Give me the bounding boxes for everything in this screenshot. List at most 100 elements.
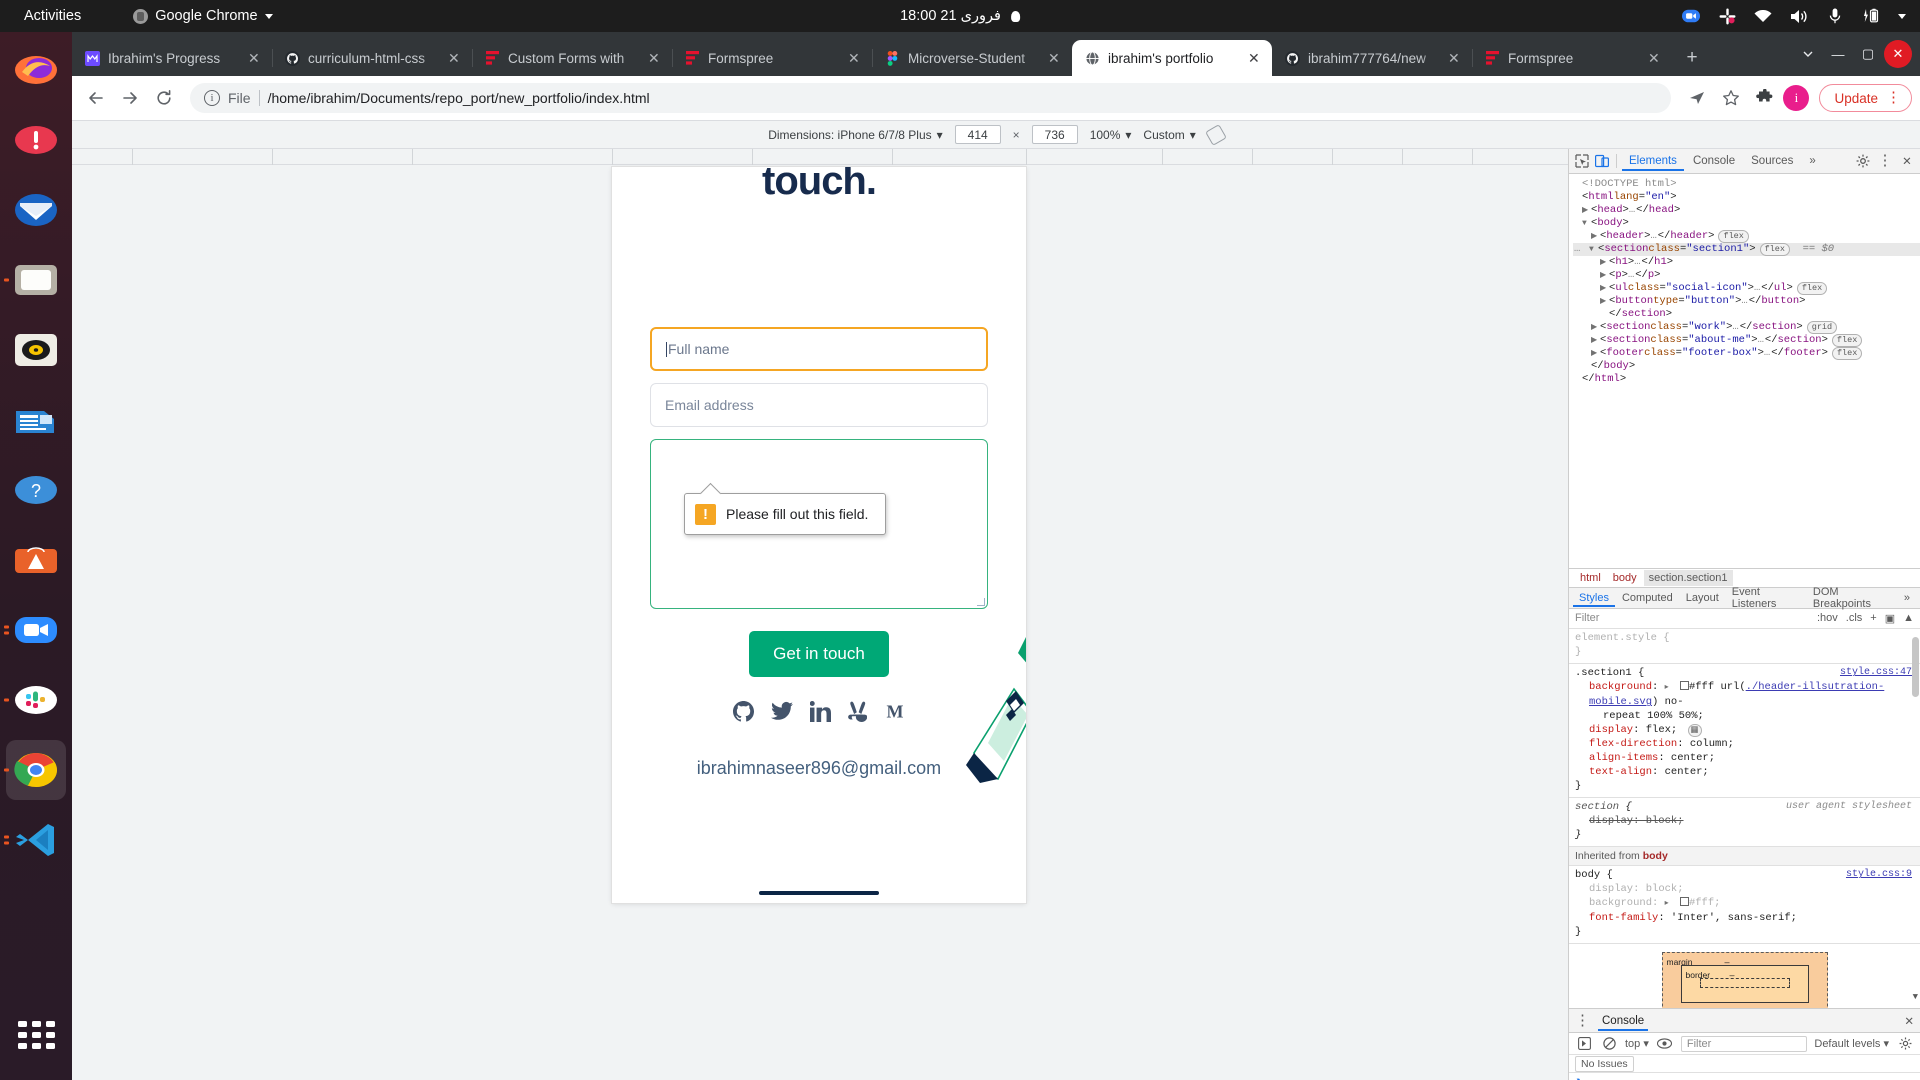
console-context-dropdown[interactable]: top ▾ [1625,1037,1649,1050]
medium-icon[interactable]: M [884,701,906,722]
breadcrumb-body[interactable]: body [1608,570,1642,586]
dock-item-help[interactable]: ? [6,460,66,520]
tab-more[interactable]: » [1802,151,1822,171]
close-icon[interactable]: ✕ [1898,152,1916,170]
device-toolbar-icon[interactable] [1593,152,1611,170]
linkedin-icon[interactable] [810,701,831,722]
info-icon[interactable]: i [204,90,220,106]
console-input-line[interactable]: ❯ [1569,1073,1920,1080]
system-tray[interactable] [1682,7,1906,25]
dock-item-thunderbird[interactable] [6,180,66,240]
star-icon[interactable] [1715,82,1747,114]
tab-console[interactable]: Console [1686,151,1742,171]
styles-scrollbar[interactable] [1912,637,1919,697]
flex-badge[interactable]: ▦ [1688,724,1702,737]
gear-icon[interactable] [1896,1035,1914,1053]
rule-source-link[interactable]: style.css:47 [1840,666,1912,680]
microphone-icon[interactable] [1826,7,1844,25]
tab-ibrahims-progress[interactable]: Ibrahim's Progress ✕ [72,40,272,76]
dock-item-zoom[interactable] [6,600,66,660]
full-name-input[interactable]: Full name [650,327,988,371]
inherited-source[interactable]: body [1643,850,1668,862]
back-button[interactable] [80,82,112,114]
dom-line[interactable]: ▶<p>…</p> [1573,269,1920,282]
box-model-margin[interactable]: margin – border – [1662,952,1828,1008]
console-levels-dropdown[interactable]: Default levels ▾ [1814,1037,1889,1050]
dock-item-slack[interactable] [6,670,66,730]
close-icon[interactable]: ✕ [448,51,464,65]
viewport-height-input[interactable] [1032,125,1078,144]
battery-icon[interactable] [1862,7,1880,25]
box-model-border[interactable]: border – [1681,965,1809,1003]
dom-line[interactable]: ▶<head>…</head> [1573,204,1920,217]
close-icon[interactable]: ✕ [1048,51,1064,65]
no-issues-badge[interactable]: No Issues [1575,1056,1634,1072]
dock-item-google-chrome[interactable] [6,740,66,800]
dock-item-rhythmbox[interactable] [6,320,66,380]
inspect-icon[interactable] [1573,152,1591,170]
tab-console-drawer[interactable]: Console [1598,1011,1648,1031]
eye-icon[interactable] [1656,1035,1674,1053]
prop-font-family[interactable]: font-family [1589,912,1658,924]
dom-line[interactable]: ▶<section class="about-me">…</section>fl… [1573,334,1920,347]
prop-display[interactable]: display [1589,883,1633,895]
tab-sources[interactable]: Sources [1744,151,1800,171]
dom-line[interactable]: ▼<body> [1573,217,1920,230]
prop-display[interactable]: display [1589,724,1633,736]
clear-console-icon[interactable] [1600,1035,1618,1053]
show-applications-button[interactable] [13,1012,59,1058]
minimize-button[interactable]: — [1824,40,1852,68]
hov-toggle[interactable]: :hov [1817,612,1838,624]
dom-line[interactable]: ▶<ul class="social-icon">…</ul>flex [1573,282,1920,295]
cls-toggle[interactable]: .cls [1846,612,1863,624]
chevron-down-icon-tray[interactable] [1898,14,1906,19]
viewport-width-input[interactable] [955,125,1001,144]
dom-line[interactable]: ▶<button type="button">…</button> [1573,295,1920,308]
rotate-icon[interactable] [1205,124,1227,146]
dock-item-files[interactable] [6,250,66,310]
close-icon[interactable]: ✕ [648,51,664,65]
clock[interactable]: 18:00 21 فروری [900,8,1020,24]
dom-line[interactable]: <html lang="en"> [1573,191,1920,204]
puzzle-icon[interactable] [1749,82,1781,114]
throttling-dropdown[interactable]: Custom ▾ [1143,128,1195,142]
share-icon[interactable] [1681,82,1713,114]
rule-section-ua[interactable]: user agent stylesheet section { display:… [1569,798,1920,847]
box-model-padding[interactable] [1700,978,1790,988]
slack-icon[interactable] [1718,7,1736,25]
styles-filter-input[interactable]: Filter [1575,612,1809,624]
maximize-button[interactable]: ▢ [1854,40,1882,68]
dom-line[interactable]: ▶<header>…</header>flex [1573,230,1920,243]
dock-item-ubuntu-software[interactable] [6,530,66,590]
prop-display-struck[interactable]: display: block; [1589,815,1684,827]
dom-line-selected[interactable]: …▼<section class="section1">flex == $0 [1573,243,1920,256]
close-icon[interactable]: ✕ [848,51,864,65]
styles-rules-pane[interactable]: element.style { } style.css:47 .section1… [1569,629,1920,1008]
close-icon[interactable]: ✕ [1904,1014,1914,1028]
angellist-icon[interactable] [848,701,867,722]
dom-line[interactable]: ▶<h1>…</h1> [1573,256,1920,269]
rule-section1[interactable]: style.css:47 .section1 { background: ▸ #… [1569,664,1920,798]
box-model-diagram[interactable]: margin – border – [1569,944,1920,1008]
tab-custom-forms-with[interactable]: Custom Forms with ✕ [472,40,672,76]
dimensions-dropdown[interactable]: Dimensions: iPhone 6/7/8 Plus ▾ [768,128,942,142]
update-button[interactable]: Update ⋮ [1819,84,1912,112]
tab-formspree-1[interactable]: Formspree ✕ [672,40,872,76]
close-icon[interactable]: ✕ [1248,51,1264,65]
tab-formspree-2[interactable]: Formspree ✕ [1472,40,1672,76]
scroll-down-icon[interactable]: ▼ [1913,990,1918,1004]
color-swatch[interactable] [1680,897,1689,906]
tab-styles[interactable]: Styles [1573,589,1615,607]
dock-item-firefox[interactable] [6,40,66,100]
camera-icon[interactable] [1682,7,1700,25]
console-filter-input[interactable]: Filter [1681,1036,1808,1052]
dock-item-ubuntu-software-alert[interactable] [6,110,66,170]
close-icon[interactable]: ✕ [248,51,264,65]
dom-line[interactable]: </body> [1573,360,1920,373]
tab-elements[interactable]: Elements [1622,151,1684,171]
prop-align-items[interactable]: align-items [1589,752,1658,764]
zoom-dropdown[interactable]: 100% ▾ [1090,128,1132,142]
prop-text-align[interactable]: text-align [1589,766,1652,778]
close-icon[interactable]: ✕ [1648,51,1664,65]
prop-flex-direction[interactable]: flex-direction [1589,738,1677,750]
